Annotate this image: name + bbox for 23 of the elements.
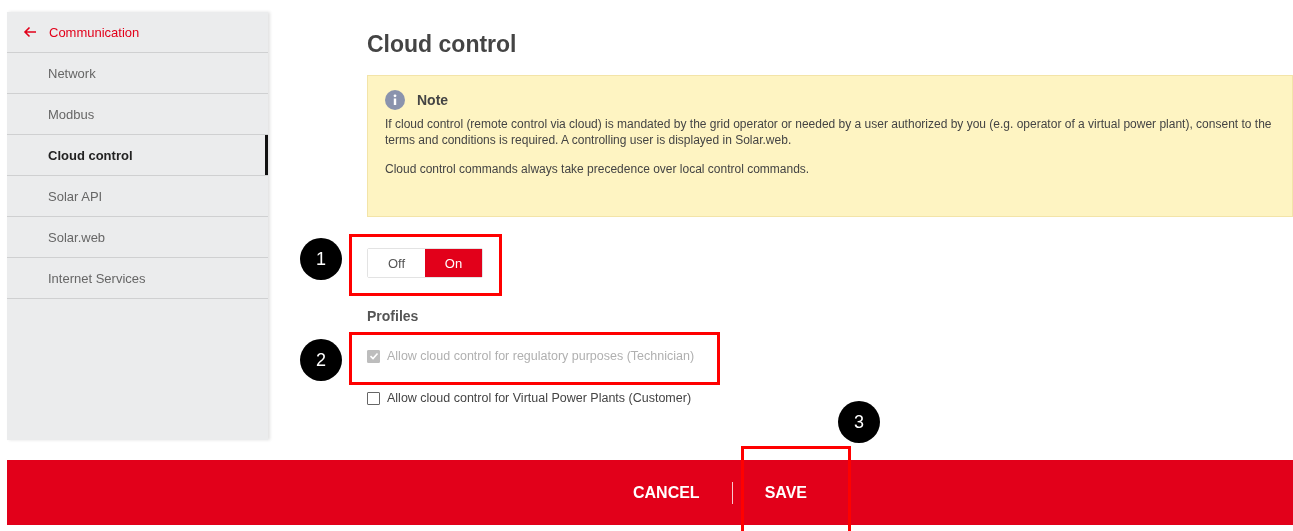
- note-text: If cloud control (remote control via cloud) is mandated by the grid operator or needed by a user authorized by you (e.g. operator of a virtual power plant), consent to the terms and conditions is required. A controlling user is displayed in Solar.web.: [385, 116, 1273, 148]
- profiles-heading: Profiles: [367, 308, 419, 324]
- note-title: Note: [417, 92, 449, 108]
- info-icon: [385, 90, 405, 110]
- sidebar-item[interactable]: Modbus: [7, 94, 268, 135]
- sidebar-item[interactable]: Cloud control: [7, 135, 268, 176]
- back-arrow-icon: [23, 26, 37, 38]
- sidebar-item[interactable]: Solar API: [7, 176, 268, 217]
- page-title: Cloud control: [367, 31, 517, 57]
- checkbox-label: Allow cloud control for regulatory purposes (Technician): [387, 349, 695, 363]
- checkbox[interactable]: [367, 391, 380, 405]
- sidebar-item[interactable]: Internet Services: [7, 258, 268, 299]
- step-marker: 3: [838, 401, 880, 443]
- note-text: Cloud control commands always take precedence over local control commands.: [385, 161, 811, 177]
- sidebar-item[interactable]: Network: [7, 53, 268, 94]
- step-marker: 2: [300, 339, 342, 381]
- sidebar-item[interactable]: Solar.web: [7, 217, 268, 258]
- cancel-button[interactable]: CANCEL: [600, 477, 732, 508]
- back-link[interactable]: Communication: [7, 12, 268, 53]
- step-marker: 1: [300, 238, 342, 280]
- save-button[interactable]: SAVE: [732, 477, 840, 508]
- toggle-option[interactable]: On: [425, 249, 482, 277]
- checkbox-label: Allow cloud control for Virtual Power Plants (Customer): [387, 391, 692, 405]
